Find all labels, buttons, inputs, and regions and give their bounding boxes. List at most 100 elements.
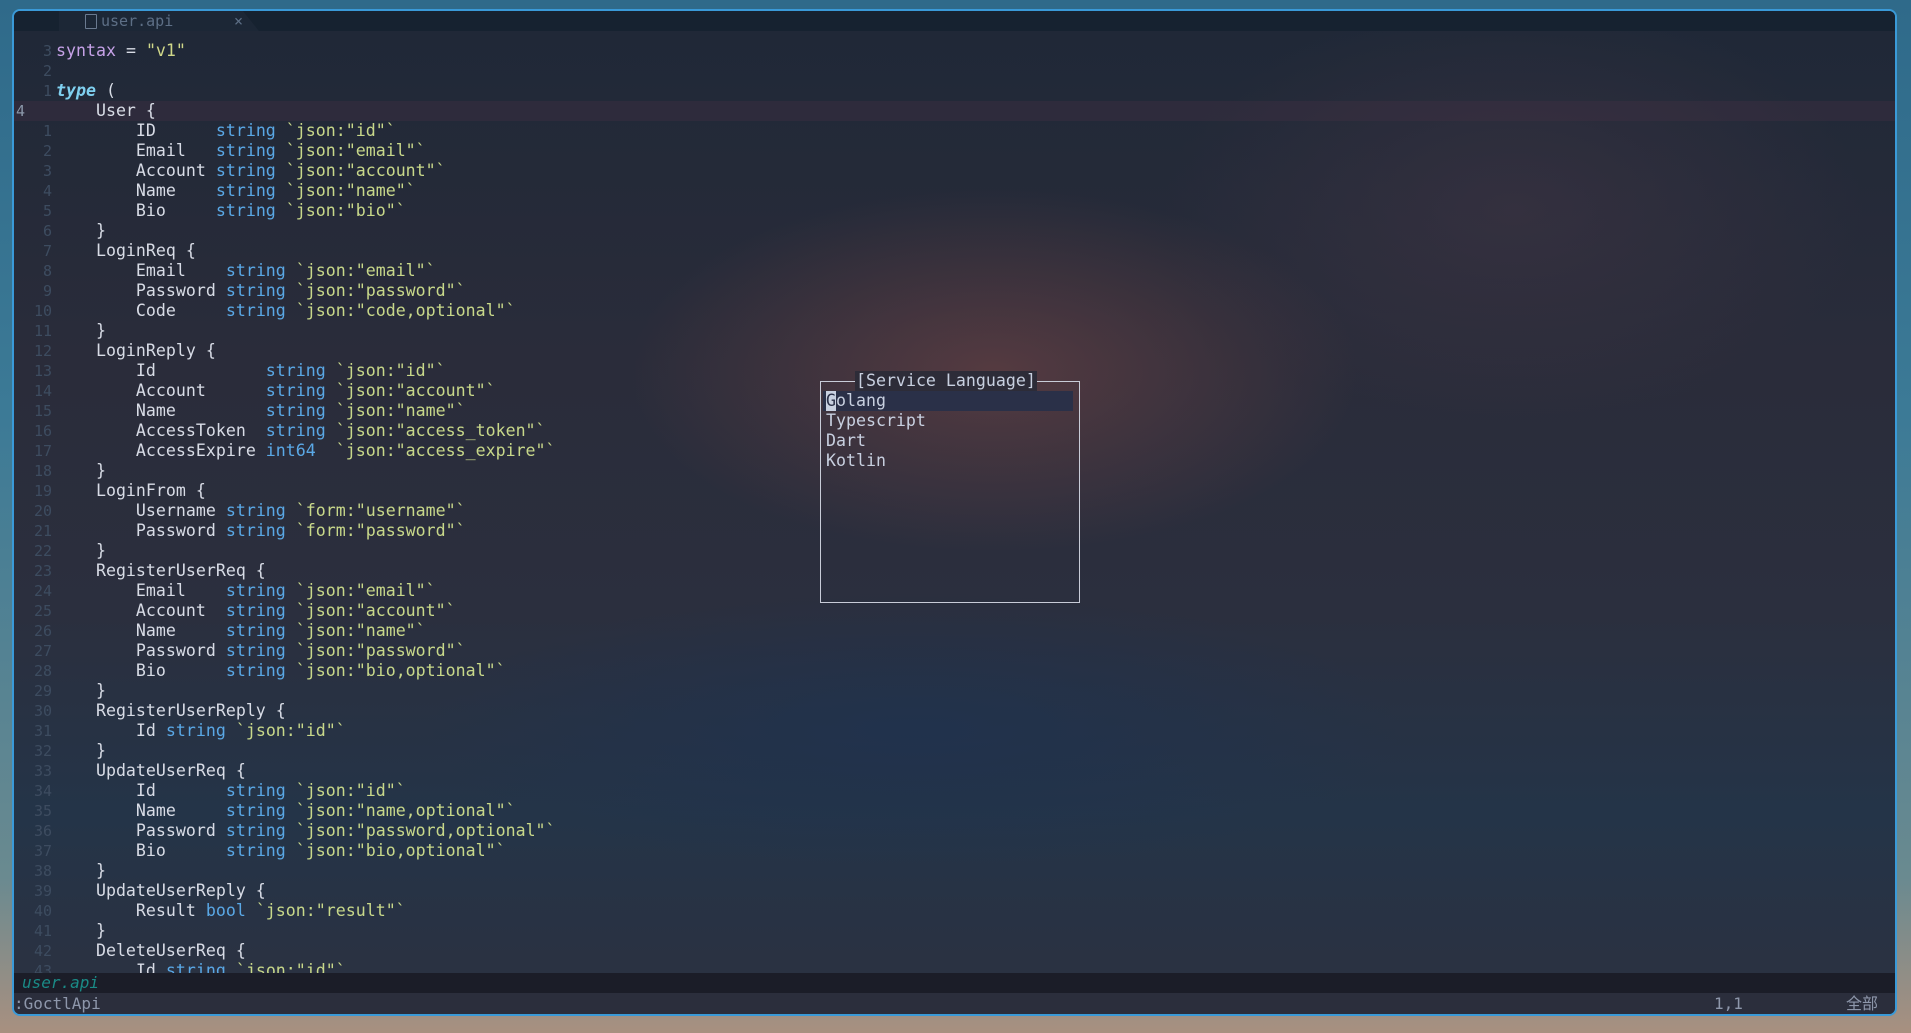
code-line[interactable]: 3 syntax = "v1" [14, 41, 1895, 61]
token-tp: string [265, 381, 326, 400]
token-id: Name [56, 621, 226, 640]
code-line[interactable]: 2 [14, 61, 1895, 81]
code-line[interactable]: 9 Password string `json:"password"` [14, 281, 1895, 301]
token-id: RegisterUserReq { [56, 561, 266, 580]
code-line[interactable]: 25 Account string `json:"account"` [14, 601, 1895, 621]
line-number: 26 [33, 622, 52, 640]
line-text: Username string `form:"username"` [56, 501, 466, 521]
line-number: 4 [16, 102, 26, 120]
code-line[interactable]: 38 } [14, 861, 1895, 881]
token-tag: `json:"id"` [225, 721, 346, 740]
token-id: ( [95, 81, 116, 100]
option-kotlin[interactable]: Kotlin [826, 451, 886, 471]
line-text: RegisterUserReq { [56, 561, 266, 581]
token-tp: string [225, 821, 286, 840]
token-id: Password [56, 821, 226, 840]
line-number: 30 [33, 702, 52, 720]
line-number: 21 [33, 522, 52, 540]
line-number: 1 [42, 122, 52, 140]
line-text: Account string `json:"account"` [56, 381, 496, 401]
line-number: 23 [33, 562, 52, 580]
close-icon[interactable]: × [234, 11, 243, 31]
token-str: "v1" [145, 41, 186, 60]
code-line[interactable]: 31 Id string `json:"id"` [14, 721, 1895, 741]
tab-user-api[interactable]: user.api × [59, 11, 259, 31]
code-line[interactable]: 36 Password string `json:"password,optio… [14, 821, 1895, 841]
line-number: 39 [33, 882, 52, 900]
line-number: 3 [42, 162, 52, 180]
code-line[interactable]: 7 LoginReq { [14, 241, 1895, 261]
tab-filename: user.api [101, 12, 174, 30]
code-line[interactable]: 35 Name string `json:"name,optional"` [14, 801, 1895, 821]
command-text: :GoctlApi [14, 994, 101, 1013]
file-icon [85, 14, 97, 29]
token-tag: `json:"access_token"` [325, 421, 546, 440]
code-line[interactable]: 40 Result bool `json:"result"` [14, 901, 1895, 921]
token-tag: `json:"password"` [285, 641, 466, 660]
line-text: Name string `json:"name"` [56, 401, 466, 421]
code-line[interactable]: 2 Email string `json:"email"` [14, 141, 1895, 161]
code-line[interactable]: 10 Code string `json:"code,optional"` [14, 301, 1895, 321]
code-line[interactable]: 30 RegisterUserReply { [14, 701, 1895, 721]
line-number: 18 [33, 462, 52, 480]
status-filename: user.api [22, 973, 100, 992]
token-tp: string [225, 301, 286, 320]
code-line[interactable]: 4 Name string `json:"name"` [14, 181, 1895, 201]
line-number: 40 [33, 902, 52, 920]
token-id: User { [56, 101, 156, 120]
token-id: Id [56, 781, 226, 800]
code-line[interactable]: 42 DeleteUserReq { [14, 941, 1895, 961]
line-number: 29 [33, 682, 52, 700]
code-line[interactable]: 4 User { [14, 101, 1895, 121]
code-line[interactable]: 37 Bio string `json:"bio,optional"` [14, 841, 1895, 861]
option-dart[interactable]: Dart [826, 431, 866, 451]
token-id: Account [56, 161, 216, 180]
line-text: LoginReply { [56, 341, 216, 361]
line-text: Name string `json:"name,optional"` [56, 801, 516, 821]
command-line[interactable]: :GoctlApi 1,1 全部 [14, 993, 1895, 1014]
code-line[interactable]: 34 Id string `json:"id"` [14, 781, 1895, 801]
option-typescript[interactable]: Typescript [826, 411, 926, 431]
line-text: Password string `form:"password"` [56, 521, 466, 541]
line-text: Code string `json:"code,optional"` [56, 301, 516, 321]
option-label: olang [836, 391, 886, 410]
line-number: 36 [33, 822, 52, 840]
line-number: 25 [33, 602, 52, 620]
line-text: } [56, 221, 106, 241]
option-golang[interactable]: Golang [826, 391, 886, 411]
token-tag: `json:"bio,optional"` [285, 661, 506, 680]
code-line[interactable]: 33 UpdateUserReq { [14, 761, 1895, 781]
line-number: 22 [33, 542, 52, 560]
code-line[interactable]: 1 ID string `json:"id"` [14, 121, 1895, 141]
code-line[interactable]: 12 LoginReply { [14, 341, 1895, 361]
line-number: 3 [42, 42, 52, 60]
code-line[interactable]: 5 Bio string `json:"bio"` [14, 201, 1895, 221]
line-number: 16 [33, 422, 52, 440]
line-text: Password string `json:"password"` [56, 641, 466, 661]
token-id: UpdateUserReply { [56, 881, 266, 900]
line-text: RegisterUserReply { [56, 701, 286, 721]
code-line[interactable]: 29 } [14, 681, 1895, 701]
code-line[interactable]: 28 Bio string `json:"bio,optional"` [14, 661, 1895, 681]
service-language-picker[interactable]: [Service Language] Golang Typescript Dar… [820, 371, 1080, 603]
token-tp: string [225, 601, 286, 620]
code-line[interactable]: 6 } [14, 221, 1895, 241]
text-cursor: G [826, 391, 836, 411]
code-line[interactable]: 1 type ( [14, 81, 1895, 101]
code-line[interactable]: 8 Email string `json:"email"` [14, 261, 1895, 281]
code-line[interactable]: 11 } [14, 321, 1895, 341]
line-text: Bio string `json:"bio,optional"` [56, 841, 506, 861]
code-line[interactable]: 39 UpdateUserReply { [14, 881, 1895, 901]
code-line[interactable]: 41 } [14, 921, 1895, 941]
code-line[interactable]: 26 Name string `json:"name"` [14, 621, 1895, 641]
line-text: Id string `json:"id"` [56, 721, 346, 741]
token-id: } [56, 221, 106, 240]
code-line[interactable]: 3 Account string `json:"account"` [14, 161, 1895, 181]
code-line[interactable]: 32 } [14, 741, 1895, 761]
code-line[interactable]: 27 Password string `json:"password"` [14, 641, 1895, 661]
line-number: 27 [33, 642, 52, 660]
terminal-window: user.api × 3 syntax = "v1" 2 1 type (4 User … [12, 9, 1897, 1016]
token-id: Name [56, 801, 226, 820]
line-number: 9 [42, 282, 52, 300]
token-tag: `json:"result"` [245, 901, 406, 920]
